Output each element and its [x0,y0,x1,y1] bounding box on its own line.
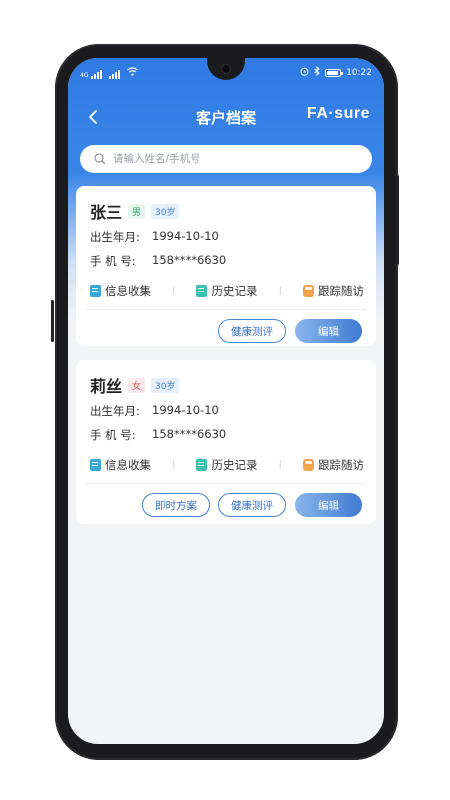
signal-icon [109,70,121,79]
signal-indicators: 4G [80,67,139,79]
history-icon [196,459,208,471]
info-collect-icon [90,285,101,297]
phone-value: 158****6630 [152,253,227,267]
health-eval-button[interactable]: 健康测评 [218,319,286,343]
customer-name: 张三 [90,203,123,222]
follow-up-link[interactable]: 跟踪随访 [302,283,364,299]
card-actions: 信息收集 | 历史记录 | 跟踪随访 [90,283,364,299]
separator: | [278,286,282,296]
search-bar[interactable] [80,145,372,173]
search-icon [94,153,106,165]
follow-up-label: 跟踪随访 [317,284,364,298]
follow-up-label: 跟踪随访 [317,458,364,472]
history-label: 历史记录 [211,458,258,472]
phone-label: 手 机 号: [90,428,136,442]
signal-icon [91,70,103,79]
phone-label: 手 机 号: [90,254,136,268]
birth-label: 出生年月: [90,230,140,244]
follow-up-icon [302,459,314,471]
gender-tag: 女 [128,377,146,393]
divider [86,483,366,484]
customer-name: 莉丝 [90,377,123,396]
network-label: 4G [80,72,89,79]
history-link[interactable]: 历史记录 [196,457,257,473]
wifi-icon [127,67,139,79]
app-header: 客户档案 FA·sure [68,102,384,132]
instant-plan-button[interactable]: 即时方案 [142,493,210,517]
follow-up-link[interactable]: 跟踪随访 [302,457,364,473]
power-button [396,175,399,265]
birth-value: 1994-10-10 [152,403,219,417]
edit-button[interactable]: 编辑 [295,493,362,517]
follow-up-icon [302,285,314,297]
history-link[interactable]: 历史记录 [196,283,257,299]
history-icon [196,285,208,297]
edit-button[interactable]: 编辑 [295,319,362,343]
customer-header: 张三 男 30岁 [90,199,180,223]
search-input[interactable] [113,153,333,165]
phone-row: 手 机 号: 158****6630 [90,427,226,443]
status-bar: 4G 10:22 [68,58,384,84]
age-tag: 30岁 [151,377,180,393]
birth-label: 出生年月: [90,404,140,418]
customer-card: 莉丝 女 30岁 出生年月: 1994-10-10 手 机 号: 158****… [76,360,376,524]
info-collect-icon [90,459,101,471]
age-tag: 30岁 [151,203,180,219]
bluetooth-icon [314,65,320,79]
brand-logo: FA·sure [306,105,370,122]
alarm-icon [300,67,309,79]
birth-value: 1994-10-10 [152,229,219,243]
separator: | [172,460,176,470]
status-right: 10:22 [300,65,372,79]
info-collect-link[interactable]: 信息收集 [90,283,151,299]
info-collect-label: 信息收集 [105,458,151,472]
battery-icon [325,68,344,77]
customer-header: 莉丝 女 30岁 [90,373,180,397]
birth-row: 出生年月: 1994-10-10 [90,229,219,245]
customer-card: 张三 男 30岁 出生年月: 1994-10-10 手 机 号: 158****… [76,186,376,346]
info-collect-label: 信息收集 [105,284,151,298]
separator: | [278,460,282,470]
divider [86,309,366,310]
separator: | [172,286,176,296]
gender-tag: 男 [128,203,146,219]
birth-row: 出生年月: 1994-10-10 [90,403,219,419]
health-eval-button[interactable]: 健康测评 [218,493,286,517]
history-label: 历史记录 [211,284,258,298]
info-collect-link[interactable]: 信息收集 [90,457,151,473]
card-actions: 信息收集 | 历史记录 | 跟踪随访 [90,457,364,473]
phone-row: 手 机 号: 158****6630 [90,253,226,269]
screen: 4G 10:22 客户档案 FA·sure 请输入姓名/手机号 张三 男 30岁… [68,58,384,744]
phone-value: 158****6630 [152,427,227,441]
volume-button [51,300,54,342]
status-time: 10:22 [346,67,372,78]
